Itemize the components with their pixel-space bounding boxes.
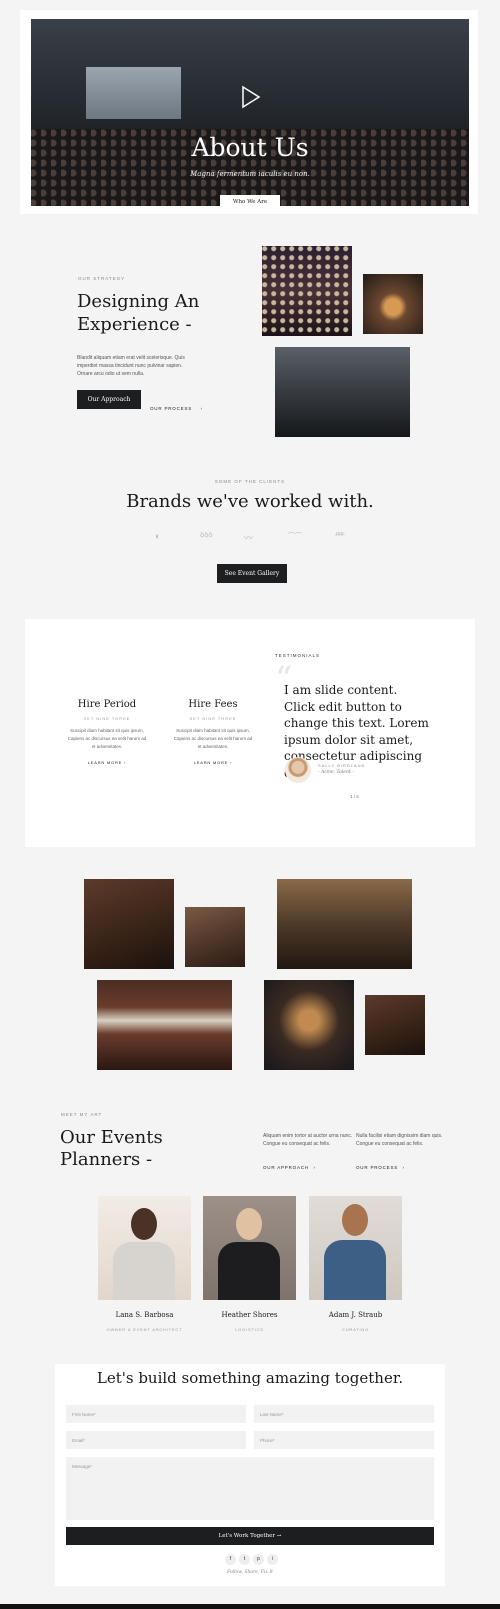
person-face (131, 1208, 157, 1240)
person-photo-heather (203, 1196, 296, 1300)
our-process-label: OUR PROCESS (356, 1165, 399, 1170)
gallery-photo-event-3 (277, 879, 412, 969)
our-process-link-2[interactable]: OUR PROCESS › (356, 1156, 405, 1174)
person-role-lana: OWNER & EVENT ARCHITECT (106, 1327, 183, 1332)
learn-more-label: LEARN MORE (193, 760, 229, 765)
gallery-photo-event-6 (365, 995, 425, 1055)
brand-logo-3: 〰 (244, 533, 254, 543)
brand-logo-4: ⌒⌒ (288, 533, 302, 540)
hire-fees-body-line1: Suscipit diam habitant sit quis ipsum, (176, 728, 250, 733)
hire-fees-title: Hire Fees (188, 699, 238, 710)
chevron-right-icon: › (124, 760, 127, 765)
chevron-right-icon: › (230, 760, 233, 765)
gallery-photo-event-4 (97, 980, 232, 1070)
chevron-right-icon: › (200, 406, 203, 411)
learn-more-label: LEARN MORE (87, 760, 123, 765)
instagram-icon[interactable]: i (267, 1554, 278, 1565)
our-approach-link[interactable]: OUR APPROACH › (263, 1156, 316, 1174)
hire-period-title: Hire Period (77, 699, 137, 710)
planners-col1-line2: Congue eu consequat ac felis. (263, 1141, 331, 1147)
gallery-photo-event-5 (264, 980, 354, 1070)
gallery-photo-hall (275, 347, 410, 437)
contact-tagline: Follow, Share, Fix It (227, 1570, 273, 1575)
planners-col2-line2: Congue eu consequat ac felis. (356, 1141, 424, 1147)
experience-title-line1: Designing An (77, 291, 200, 312)
footer-bar (0, 1604, 500, 1609)
email-field[interactable]: Email* (66, 1431, 246, 1449)
hire-period-learn-more[interactable]: LEARN MORE › (62, 760, 152, 765)
gallery-photo-concert (262, 246, 352, 336)
our-process-link[interactable]: OUR PROCESS › (150, 397, 203, 415)
person-body (218, 1242, 280, 1300)
gallery-photo-lights (363, 274, 423, 334)
person-name-adam: Adam J. Straub (328, 1311, 383, 1319)
hire-fees-eyebrow: SET NINE THREE (189, 716, 237, 721)
person-role-adam: CURATING (342, 1327, 369, 1332)
hero-image: About Us Magna fermentum iaculis eu non.… (31, 19, 469, 206)
hire-period-body-line3: et adversitates. (91, 744, 123, 749)
facebook-icon[interactable]: f (225, 1554, 236, 1565)
person-face (342, 1204, 368, 1236)
testimonial-pager[interactable]: 1 / 4 (350, 794, 359, 799)
planners-eyebrow: MEET MY ART (61, 1112, 103, 1117)
person-name-lana: Lana S. Barbosa (115, 1311, 174, 1319)
person-name-heather: Heather Shores (221, 1311, 278, 1319)
planners-title-line2: Planners - (60, 1149, 153, 1170)
our-approach-button[interactable]: Our Approach (77, 390, 141, 409)
person-photo-adam (309, 1196, 402, 1300)
testimonial-author-name: SALLY BIRDLAND (318, 763, 366, 768)
twitter-icon[interactable]: t (239, 1554, 250, 1565)
hire-period-body-line2: Capiens ac discursus ea velit harum ad (67, 736, 147, 741)
first-name-field[interactable]: First Name* (66, 1405, 246, 1423)
hire-fees-learn-more[interactable]: LEARN MORE › (168, 760, 258, 765)
screen-graphic (86, 67, 181, 119)
experience-body-line3: Ornare arcu odio ut sem nulla. (77, 371, 145, 377)
testimonials-eyebrow: TESTIMONIALS (275, 653, 321, 658)
brand-logo-2: ꝺꝺꝺ (200, 532, 213, 539)
phone-field[interactable]: Phone* (254, 1431, 434, 1449)
contact-title: Let's build something amazing together. (96, 1369, 404, 1387)
pinterest-icon[interactable]: p (253, 1554, 264, 1565)
hero-title: About Us (191, 133, 309, 162)
chevron-right-icon: › (402, 1165, 405, 1170)
who-we-are-button[interactable]: Who We Are (220, 195, 280, 206)
gallery-photo-event-2 (185, 907, 245, 967)
hire-fees-body-line3: et adversitates. (197, 744, 229, 749)
gallery-photo-event-1 (84, 879, 174, 969)
testimonial-avatar (285, 757, 311, 783)
our-process-label: OUR PROCESS (150, 406, 193, 411)
person-body (324, 1240, 386, 1300)
hire-fees-body-line2: Capiens ac discursus ea velit harum ad (173, 736, 253, 741)
planners-title-line1: Our Events (60, 1127, 163, 1148)
see-event-gallery-button[interactable]: See Event Gallery (217, 564, 287, 583)
experience-eyebrow: OUR STRATEGY (78, 276, 126, 281)
last-name-field[interactable]: Last Name* (254, 1405, 434, 1423)
hero-subtitle: Magna fermentum iaculis eu non. (190, 170, 310, 178)
hire-period-eyebrow: SET NINE THREE (83, 716, 131, 721)
hire-period-body-line1: Suscipit diam habitant sit quis ipsum, (70, 728, 144, 733)
brands-eyebrow: SOME OF THE CLIENTS (214, 479, 286, 484)
message-field[interactable]: Message* (66, 1457, 434, 1520)
chevron-right-icon: › (313, 1165, 316, 1170)
testimonial-author-role: - Acme, Talent - (318, 770, 354, 775)
person-photo-lana (98, 1196, 191, 1300)
brands-title: Brands we've worked with. (126, 491, 374, 512)
person-body (113, 1242, 175, 1300)
brand-logo-1: ◐ (155, 531, 161, 541)
our-approach-label: OUR APPROACH (263, 1165, 309, 1170)
play-icon[interactable] (241, 85, 261, 109)
submit-button[interactable]: Let's Work Together → (66, 1527, 434, 1545)
experience-title-line2: Experience - (77, 314, 192, 335)
person-face (236, 1208, 262, 1240)
person-role-heather: LOGISTICS (235, 1327, 264, 1332)
brand-logo-5: ᚊ (335, 532, 345, 539)
